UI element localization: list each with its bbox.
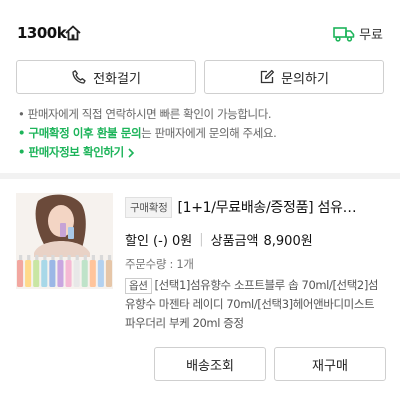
bottle [81,260,88,287]
bottle-cap [27,255,31,260]
option-text: [선택1]섬유향수 소프트블루 솝 70ml/[선택2]섬유향수 마젠타 레이디… [125,278,379,330]
bottle-cap [91,255,96,260]
status-badge: 구매확정 [125,196,173,218]
price-row: 할인 (-) 0원 | 상품금액 8,900원 [125,230,313,249]
bottle-cap [75,255,79,260]
bottle [41,260,48,287]
home-icon[interactable] [63,23,83,43]
bottle [73,260,80,287]
bottle-cap [99,255,104,260]
order-actions: 배송조회 재구매 [154,347,386,381]
order-option: 옵션 [선택1]섬유향수 소프트블루 솝 70ml/[선택2]섬유향수 마젠타 레… [125,276,387,333]
seller-info-link[interactable]: • 판매자정보 확인하기 [18,143,388,162]
call-button-label: 전화걸기 [93,71,141,87]
section-divider [0,173,400,179]
bottle-cap [67,255,71,260]
reorder-label: 재구매 [312,358,348,374]
price-separator: | [199,232,204,247]
store-name[interactable]: 1300k [17,24,67,42]
inquiry-button[interactable]: 문의하기 [204,60,384,94]
bottle [97,260,104,287]
reorder-button[interactable]: 재구매 [274,347,386,381]
seller-info-link-label: • 판매자정보 확인하기 [18,145,124,159]
bottle-cap [51,255,55,260]
notice-refund: • 구매확정 이후 환불 문의는 판매자에게 문의해 주세요. [18,124,388,143]
bottle-cap [83,255,87,260]
bottle-cap [19,255,23,260]
price-label: 상품금액 [210,234,259,249]
bottle-cap [59,255,63,260]
delivery-info: 무료 [333,24,383,43]
track-delivery-label: 배송조회 [186,358,234,374]
bottle [33,260,40,287]
order-quantity: 주문수량 : 1개 [125,257,194,271]
store-header: 1300k 무료 [17,22,385,46]
product-photo [16,193,113,289]
bottle [49,260,56,287]
product-title[interactable]: [1+1/무료배송/증정품] 섬유… [177,197,356,217]
truck-icon [333,26,355,42]
chevron-right-icon [128,147,134,158]
notice-contact: • 판매자에게 직접 연락하시면 빠른 확인이 가능합니다. [18,107,272,121]
notice-list: • 판매자에게 직접 연락하시면 빠른 확인이 가능합니다. • 구매확정 이후… [18,105,388,162]
option-badge: 옵션 [125,278,152,294]
bottle-cap [107,255,112,260]
bottle [57,260,64,287]
discount-amount: 할인 (-) 0원 [125,234,193,249]
bottle [17,260,24,287]
bottle [89,260,96,287]
bottle [105,260,112,287]
bottle-cap [43,255,47,260]
edit-icon [260,69,275,84]
product-thumbnail[interactable] [16,193,113,289]
phone-icon [72,70,86,84]
bottle [65,260,72,287]
call-button[interactable]: 전화걸기 [16,60,196,94]
notice-refund-highlight: • 구매확정 이후 환불 문의 [18,126,142,140]
order-title-row: 구매확정 [1+1/무료배송/증정품] 섬유… [125,196,387,218]
inquiry-button-label: 문의하기 [281,71,329,87]
bottle [25,260,32,287]
notice-refund-rest: 는 판매자에게 문의해 주세요. [141,126,277,140]
price-value: 8,900원 [263,234,313,249]
delivery-label: 무료 [359,28,383,43]
bottle-cap [35,255,39,260]
track-delivery-button[interactable]: 배송조회 [154,347,266,381]
contact-buttons: 전화걸기 문의하기 [16,60,384,94]
